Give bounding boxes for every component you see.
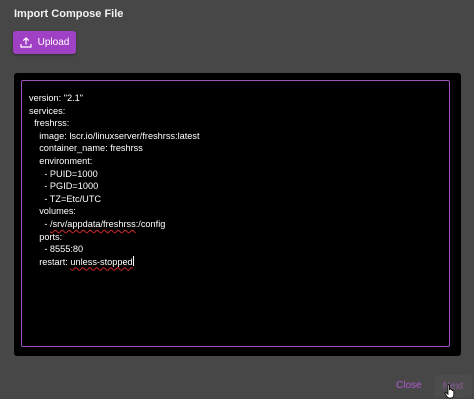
- editor-line: ports:: [29, 231, 63, 242]
- upload-icon: [20, 37, 32, 48]
- editor-line: restart: unless-stopped: [29, 255, 449, 269]
- editor-line-segment: -: [29, 218, 50, 229]
- hand-pointer-icon: [444, 384, 457, 399]
- close-button[interactable]: Close: [396, 380, 422, 391]
- editor-line: environment:: [29, 155, 93, 166]
- editor-line: freshrss:: [29, 118, 70, 129]
- editor-line: - PGID=1000: [29, 181, 99, 192]
- upload-button-label: Upload: [37, 37, 70, 48]
- editor-line: - 8555:80: [29, 244, 84, 255]
- dialog-title: Import Compose File: [14, 8, 124, 20]
- compose-editor-container: version: "2.1" services: freshrss: image…: [14, 73, 461, 356]
- editor-line-segment: restart:: [29, 256, 71, 267]
- editor-line: services:: [29, 105, 66, 116]
- editor-line: - TZ=Etc/UTC: [29, 193, 102, 204]
- upload-button[interactable]: Upload: [13, 31, 76, 54]
- editor-line: volumes:: [29, 206, 76, 217]
- editor-line: version: "2.1": [29, 93, 84, 103]
- editor-line-segment: :/config: [135, 218, 166, 229]
- compose-file-editor[interactable]: version: "2.1" services: freshrss: image…: [21, 80, 450, 347]
- spellcheck-marked-text: unless-stopped: [70, 256, 133, 267]
- editor-line: container_name: freshrss: [29, 143, 143, 154]
- import-compose-dialog: Import Compose File Upload version: "2.1…: [0, 0, 474, 399]
- text-caret: [132, 255, 134, 266]
- editor-line: - /srv/appdata/freshrss:/config: [29, 218, 449, 231]
- spellcheck-marked-text: /srv/appdata/freshrss: [49, 218, 136, 229]
- editor-line: image: lscr.io/linuxserver/freshrss:late…: [29, 130, 200, 141]
- editor-line: - PUID=1000: [29, 168, 98, 179]
